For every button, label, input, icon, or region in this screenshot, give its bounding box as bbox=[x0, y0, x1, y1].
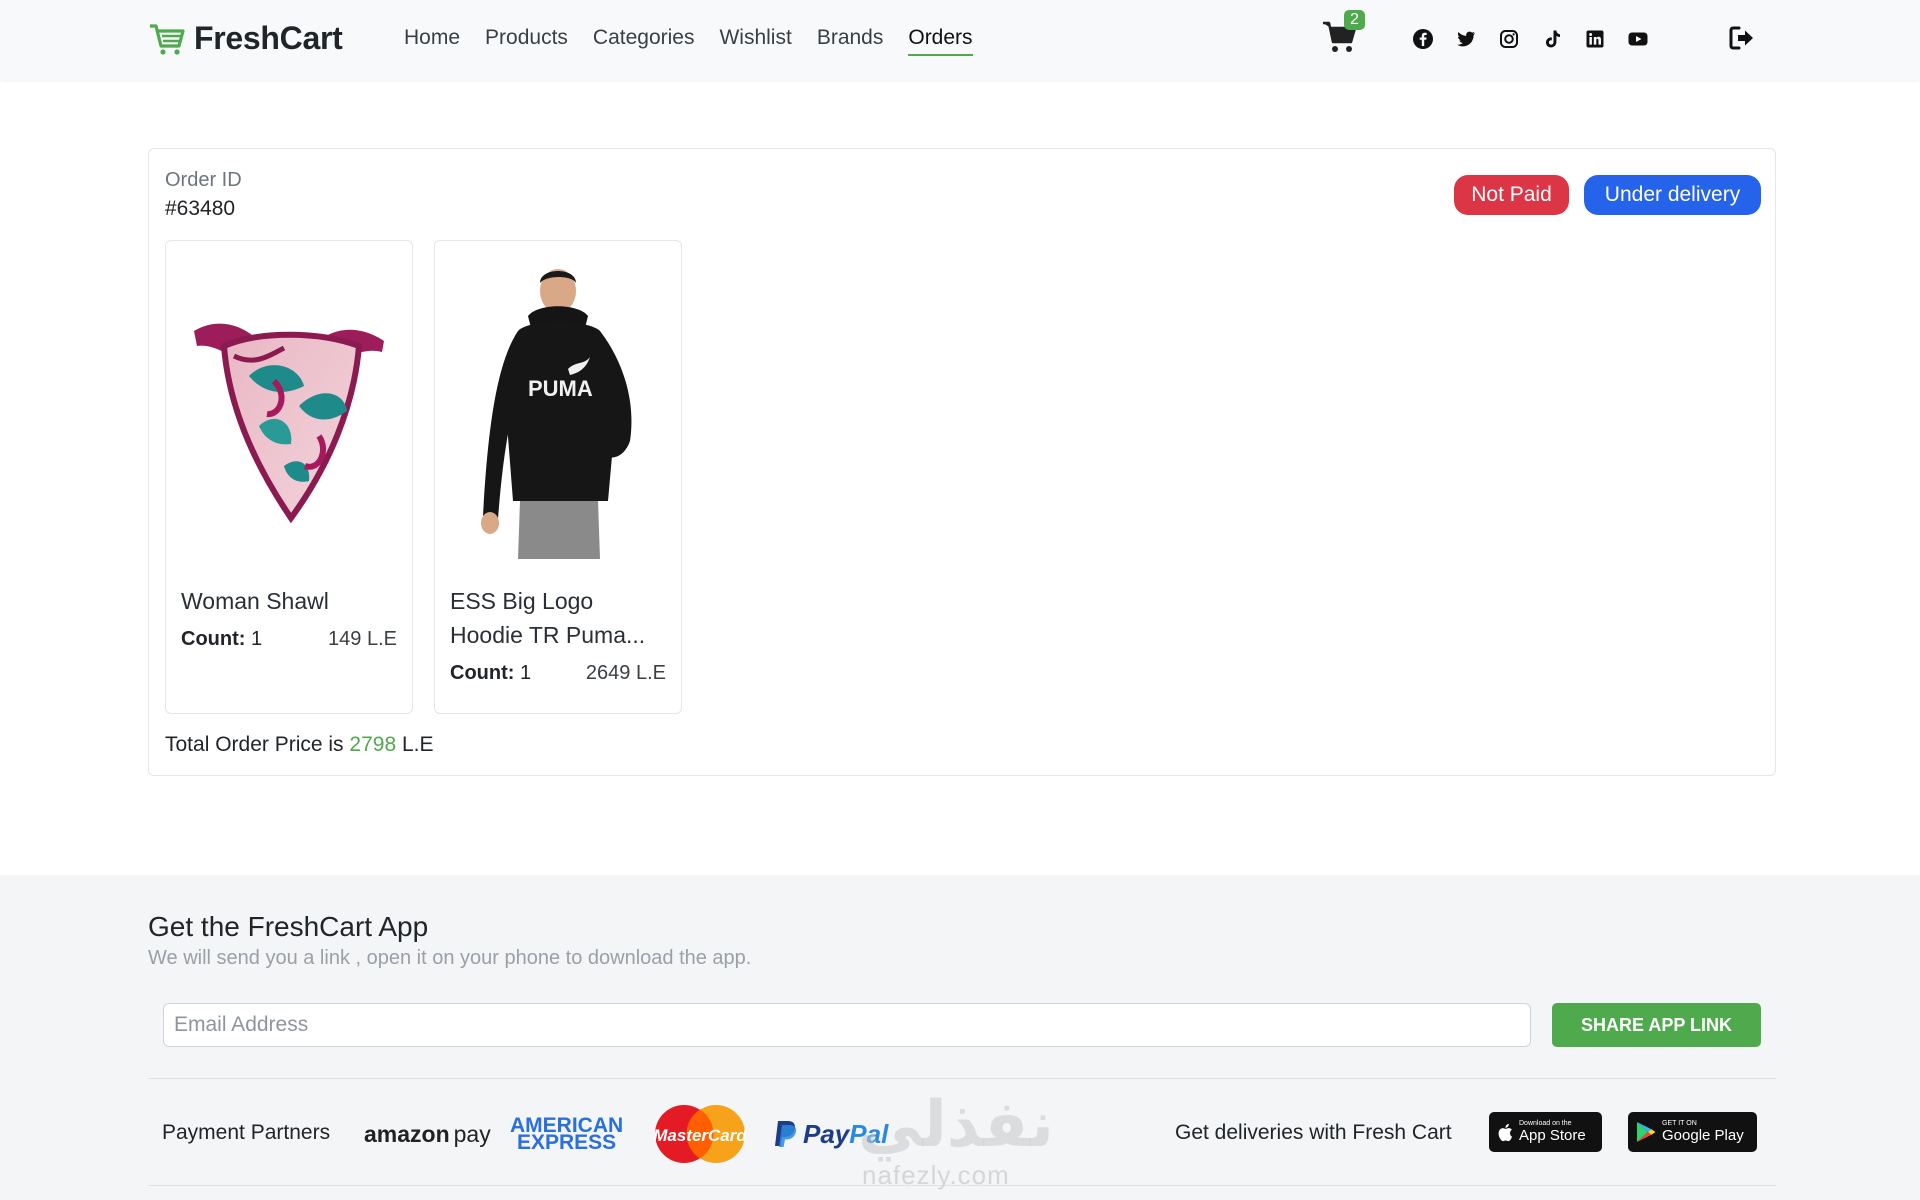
nav-link-brands[interactable]: Brands bbox=[817, 26, 884, 56]
amazon-text: amazon bbox=[364, 1120, 450, 1147]
order-card: Order ID #63480 Not Paid Under delivery bbox=[148, 148, 1776, 776]
paypal-pal-text: Pal bbox=[849, 1118, 889, 1149]
item-count-row: Count: 1 149 L.E bbox=[181, 628, 397, 651]
product-image-hoodie: PUMA bbox=[445, 261, 671, 561]
app-store-button[interactable]: Download on the App Store bbox=[1489, 1112, 1602, 1152]
navbar: FreshCart Home Products Categories Wishl… bbox=[0, 0, 1920, 80]
footer-divider bbox=[148, 1078, 1776, 1079]
cart-button[interactable]: 2 bbox=[1322, 10, 1365, 60]
order-id-label: Order ID bbox=[165, 169, 242, 191]
footer: Get the FreshCart App We will send you a… bbox=[0, 875, 1920, 1200]
product-name: ESS Big Logo Hoodie TR Puma... bbox=[450, 588, 646, 648]
count-value: 1 bbox=[250, 628, 263, 650]
delivery-status-badge: Under delivery bbox=[1584, 175, 1761, 215]
footer-subtitle: We will send you a link , open it on you… bbox=[148, 947, 752, 969]
cart-count-badge: 2 bbox=[1344, 10, 1365, 30]
svg-text:PUMA: PUMA bbox=[528, 376, 593, 401]
cart-logo-icon bbox=[150, 23, 185, 55]
linkedin-icon[interactable] bbox=[1584, 28, 1606, 50]
deliveries-label: Get deliveries with Fresh Cart bbox=[1175, 1121, 1452, 1144]
twitter-icon[interactable] bbox=[1455, 28, 1477, 50]
paypal-pay-text: Pay bbox=[803, 1118, 850, 1149]
mastercard-logo: MasterCard bbox=[650, 1104, 750, 1164]
google-play-button[interactable]: GET IT ON Google Play bbox=[1628, 1112, 1757, 1152]
amazon-pay-text: pay bbox=[453, 1120, 491, 1147]
email-input[interactable] bbox=[163, 1003, 1531, 1047]
item-count-row: Count: 1 2649 L.E bbox=[450, 662, 666, 685]
count-label: Count: bbox=[181, 628, 246, 650]
nav-links: Home Products Categories Wishlist Brands… bbox=[404, 26, 973, 56]
order-item[interactable]: Woman Shawl Count: 1 149 L.E bbox=[165, 240, 413, 714]
mastercard-text: MasterCard bbox=[653, 1126, 747, 1145]
order-id: #63480 bbox=[165, 197, 236, 220]
total-value: 2798 bbox=[349, 733, 397, 756]
nav-link-categories[interactable]: Categories bbox=[593, 26, 695, 56]
count-value: 1 bbox=[519, 662, 532, 684]
product-name: Woman Shawl bbox=[181, 588, 329, 614]
item-price: 2649 L.E bbox=[585, 662, 666, 684]
total-suffix: L.E bbox=[401, 733, 434, 756]
logout-icon[interactable] bbox=[1728, 25, 1756, 51]
instagram-icon[interactable] bbox=[1498, 28, 1520, 50]
share-app-link-button[interactable]: SHARE APP LINK bbox=[1552, 1003, 1761, 1047]
facebook-icon[interactable] bbox=[1412, 28, 1434, 50]
google-play-big: Google Play bbox=[1662, 1127, 1744, 1144]
youtube-icon[interactable] bbox=[1627, 28, 1649, 50]
brand-name: FreshCart bbox=[194, 20, 343, 56]
apple-icon bbox=[1498, 1123, 1512, 1141]
order-total: Total Order Price is 2798 L.E bbox=[165, 733, 434, 757]
footer-divider-bottom bbox=[148, 1185, 1776, 1186]
item-price: 149 L.E bbox=[328, 628, 397, 650]
social-links bbox=[1412, 28, 1649, 50]
nav-link-home[interactable]: Home bbox=[404, 26, 460, 56]
footer-title: Get the FreshCart App bbox=[148, 911, 429, 942]
product-image-shawl bbox=[176, 261, 402, 561]
tiktok-icon[interactable] bbox=[1541, 28, 1563, 50]
app-store-big: App Store bbox=[1519, 1127, 1586, 1144]
total-prefix: Total Order Price is bbox=[165, 733, 344, 756]
nav-link-wishlist[interactable]: Wishlist bbox=[719, 26, 791, 56]
american-express-logo: AMERICAN EXPRESS bbox=[510, 1104, 623, 1164]
amazon-pay-logo: amazon pay bbox=[364, 1104, 491, 1164]
payment-status-badge: Not Paid bbox=[1454, 175, 1569, 215]
item-count: Count: 1 bbox=[181, 628, 262, 651]
item-count: Count: 1 bbox=[450, 662, 531, 685]
paypal-logo: Pay Pal bbox=[773, 1104, 888, 1164]
brand-logo[interactable]: FreshCart bbox=[148, 20, 343, 57]
count-label: Count: bbox=[450, 662, 515, 684]
order-item[interactable]: PUMA ESS Big Logo Hoodie TR Puma... Coun… bbox=[434, 240, 682, 714]
amex-line2: EXPRESS bbox=[516, 1131, 617, 1154]
nav-link-products[interactable]: Products bbox=[485, 26, 568, 56]
nav-link-orders[interactable]: Orders bbox=[908, 26, 973, 56]
payment-partners-label: Payment Partners bbox=[162, 1121, 331, 1144]
google-play-icon bbox=[1637, 1122, 1656, 1142]
